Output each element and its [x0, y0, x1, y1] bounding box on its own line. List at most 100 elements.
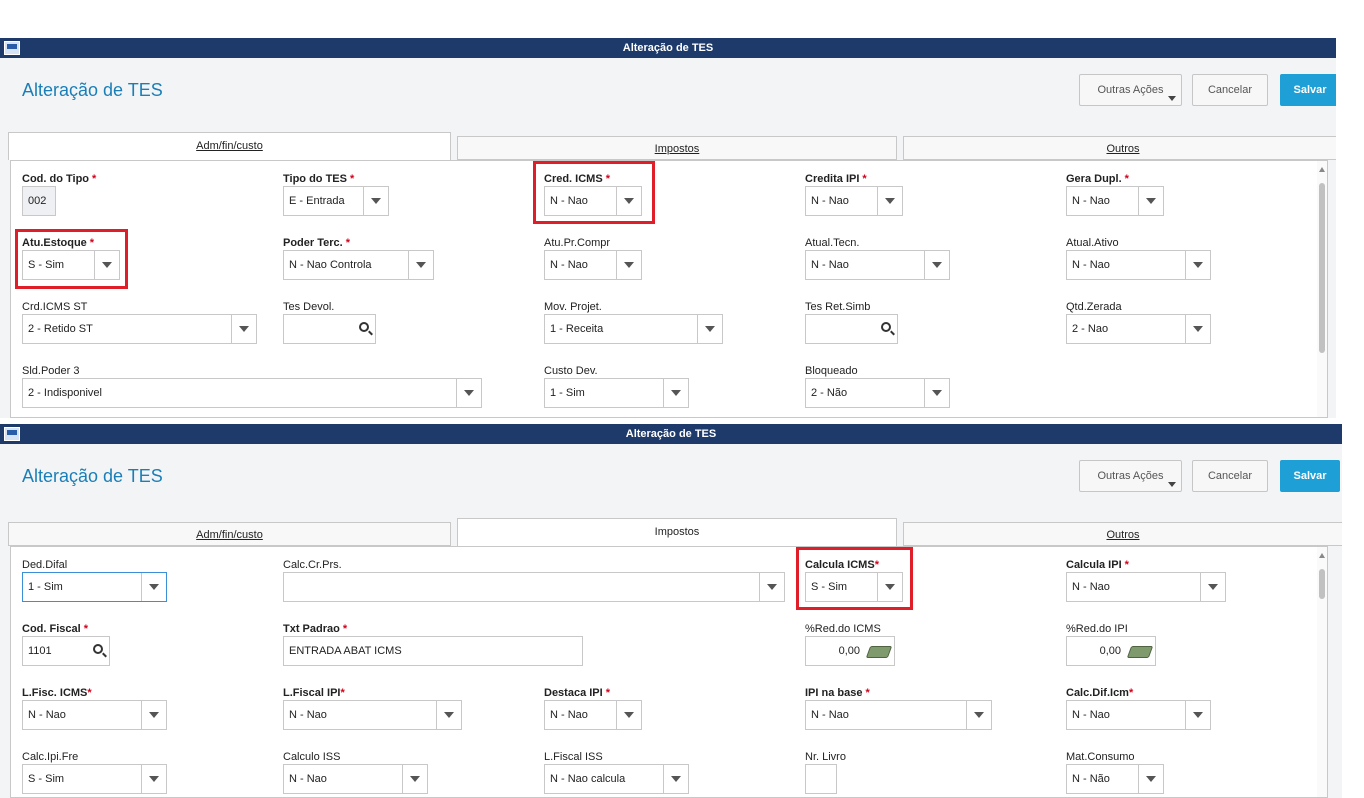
ipi-base-select[interactable]: N - Nao	[805, 700, 992, 730]
mat-consumo-select[interactable]: N - Não	[1066, 764, 1164, 794]
tab-adm-fin-custo[interactable]: Adm/fin/custo	[8, 132, 451, 160]
destaca-ipi-select[interactable]: N - Nao	[544, 700, 642, 730]
field-label: Qtd.Zerada	[1066, 301, 1122, 313]
custo-dev-select[interactable]: 1 - Sim	[544, 378, 689, 408]
calc-cr-prs-select[interactable]	[283, 572, 785, 602]
calc-ipi-fre-select[interactable]: S - Sim	[22, 764, 167, 794]
other-actions-button[interactable]: Outras Ações	[1079, 74, 1182, 106]
field-label: L.Fiscal ISS	[544, 751, 603, 763]
calc-dif-icm-select[interactable]: N - Nao	[1066, 700, 1211, 730]
dropdown-arrow-icon[interactable]	[697, 315, 722, 343]
field-label: Custo Dev.	[544, 365, 598, 377]
cancel-button[interactable]: Cancelar	[1192, 460, 1268, 492]
gera-dupl-select[interactable]: N - Nao	[1066, 186, 1164, 216]
search-icon[interactable]	[93, 644, 103, 654]
dropdown-arrow-icon[interactable]	[1185, 251, 1210, 279]
cod-fiscal-input[interactable]: 1101	[22, 636, 110, 666]
field-label: Tipo do TES *	[283, 173, 355, 185]
scroll-thumb[interactable]	[1319, 569, 1325, 599]
dropdown-arrow-icon[interactable]	[141, 701, 166, 729]
window-titlebar: Alteração de TES	[0, 38, 1336, 58]
dropdown-arrow-icon[interactable]	[877, 187, 902, 215]
tab-outros[interactable]: Outros	[903, 136, 1336, 160]
field-label: Sld.Poder 3	[22, 365, 80, 377]
other-actions-button[interactable]: Outras Ações	[1079, 460, 1182, 492]
scroll-thumb[interactable]	[1319, 183, 1325, 353]
credita-ipi-select[interactable]: N - Nao	[805, 186, 903, 216]
mov-projet-select[interactable]: 1 - Receita	[544, 314, 723, 344]
window-title: Alteração de TES	[625, 428, 717, 440]
dropdown-arrow-icon[interactable]	[1185, 315, 1210, 343]
calculo-iss-select[interactable]: N - Nao	[283, 764, 428, 794]
tab-impostos[interactable]: Impostos	[457, 136, 897, 160]
txt-padrao-input[interactable]: ENTRADA ABAT ICMS	[283, 636, 583, 666]
dropdown-arrow-icon[interactable]	[663, 379, 688, 407]
tab-impostos[interactable]: Impostos	[457, 518, 897, 546]
dropdown-arrow-icon[interactable]	[363, 187, 388, 215]
dropdown-arrow-icon[interactable]	[1138, 765, 1163, 793]
field-label: Destaca IPI *	[544, 687, 610, 699]
field-label: Atu.Pr.Compr	[544, 237, 611, 249]
bloqueado-select[interactable]: 2 - Não	[805, 378, 950, 408]
qtd-zerada-select[interactable]: 2 - Nao	[1066, 314, 1211, 344]
tab-label: Impostos	[654, 526, 700, 538]
dropdown-arrow-icon[interactable]	[1185, 701, 1210, 729]
dropdown-arrow-icon[interactable]	[1138, 187, 1163, 215]
scroll-up-icon[interactable]	[1319, 167, 1325, 172]
lfiscal-iss-select[interactable]: N - Nao calcula	[544, 764, 689, 794]
search-icon[interactable]	[881, 322, 891, 332]
dropdown-arrow-icon[interactable]	[231, 315, 256, 343]
scroll-up-icon[interactable]	[1319, 553, 1325, 558]
tab-label: Adm/fin/custo	[196, 529, 263, 541]
tes-ret-simb-input[interactable]	[805, 314, 898, 344]
dropdown-arrow-icon[interactable]	[436, 701, 461, 729]
lfiscal-ipi-select[interactable]: N - Nao	[283, 700, 462, 730]
field-label: Ded.Difal	[22, 559, 68, 571]
tab-adm-fin-custo[interactable]: Adm/fin/custo	[8, 522, 451, 546]
atual-ativo-select[interactable]: N - Nao	[1066, 250, 1211, 280]
cod-tipo-input[interactable]: 002	[22, 186, 56, 216]
save-button[interactable]: Salvar	[1280, 74, 1336, 106]
save-button[interactable]: Salvar	[1280, 460, 1340, 492]
dropdown-arrow-icon[interactable]	[456, 379, 481, 407]
dropdown-arrow-icon[interactable]	[924, 379, 949, 407]
dropdown-arrow-icon[interactable]	[141, 573, 166, 601]
form-panel-adm: Cod. do Tipo * 002 Tipo do TES * E - Entra…	[10, 160, 1328, 418]
dropdown-arrow-icon[interactable]	[759, 573, 784, 601]
tab-bar: Adm/fin/custo Impostos Outros	[0, 506, 1342, 546]
field-label: %Red.do ICMS	[805, 623, 881, 635]
dropdown-arrow-icon[interactable]	[663, 765, 688, 793]
atual-tecn-select[interactable]: N - Nao	[805, 250, 950, 280]
calcula-ipi-select[interactable]: N - Nao	[1066, 572, 1226, 602]
tab-outros[interactable]: Outros	[903, 522, 1342, 546]
dropdown-arrow-icon[interactable]	[616, 701, 641, 729]
lfisc-icms-select[interactable]: N - Nao	[22, 700, 167, 730]
cancel-button[interactable]: Cancelar	[1192, 74, 1268, 106]
red-ipi-input[interactable]: 0,00	[1066, 636, 1156, 666]
sld-poder3-select[interactable]: 2 - Indisponivel	[22, 378, 482, 408]
red-icms-input[interactable]: 0,00	[805, 636, 895, 666]
poder-terc-select[interactable]: N - Nao Controla	[283, 250, 434, 280]
scrollbar[interactable]	[1317, 161, 1327, 417]
nr-livro-input[interactable]	[805, 764, 837, 794]
field-label: Bloqueado	[805, 365, 858, 377]
field-label: Tes Ret.Simb	[805, 301, 871, 313]
calculator-icon[interactable]	[1126, 646, 1154, 658]
crd-icms-st-select[interactable]: 2 - Retido ST	[22, 314, 257, 344]
search-icon[interactable]	[359, 322, 369, 332]
dropdown-arrow-icon[interactable]	[616, 251, 641, 279]
caret-down-icon	[1168, 482, 1176, 487]
dropdown-arrow-icon[interactable]	[402, 765, 427, 793]
dropdown-arrow-icon[interactable]	[924, 251, 949, 279]
calculator-icon[interactable]	[865, 646, 893, 658]
atu-pr-compr-select[interactable]: N - Nao	[544, 250, 642, 280]
tes-devol-input[interactable]	[283, 314, 376, 344]
dropdown-arrow-icon[interactable]	[141, 765, 166, 793]
tipo-tes-select[interactable]: E - Entrada	[283, 186, 389, 216]
tab-label: Adm/fin/custo	[196, 140, 263, 152]
ded-difal-select[interactable]: 1 - Sim	[22, 572, 167, 602]
scrollbar[interactable]	[1317, 547, 1327, 797]
dropdown-arrow-icon[interactable]	[408, 251, 433, 279]
dropdown-arrow-icon[interactable]	[966, 701, 991, 729]
dropdown-arrow-icon[interactable]	[1200, 573, 1225, 601]
